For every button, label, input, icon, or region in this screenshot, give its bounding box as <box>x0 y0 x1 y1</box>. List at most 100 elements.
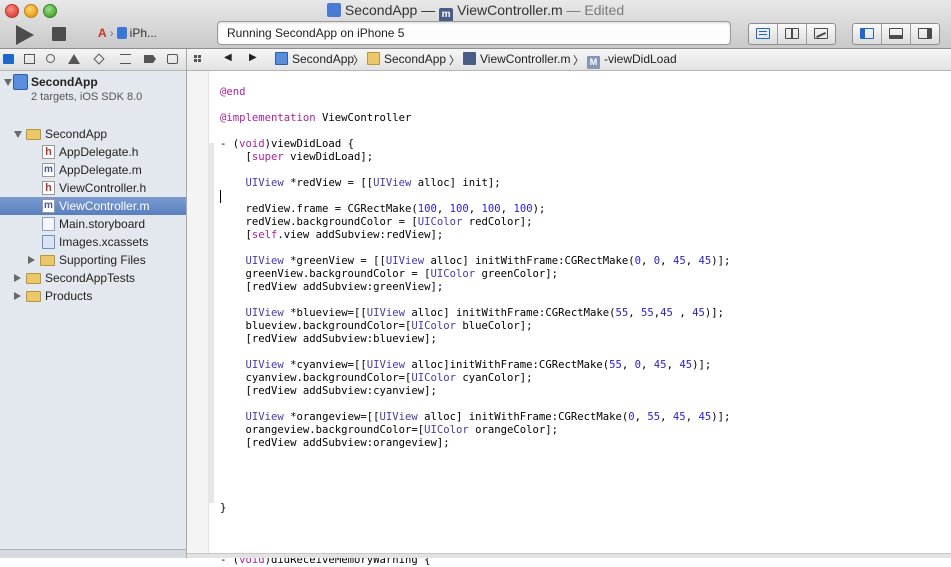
jumpbar-crumb-method[interactable]: M -viewDidLoad <box>587 52 677 69</box>
tree-item-label: Main.storyboard <box>59 217 146 231</box>
tree-item-products[interactable]: Products <box>0 287 186 305</box>
tree-item-secondapptests[interactable]: SecondAppTests <box>0 269 186 287</box>
tree-item-appdelegate-m[interactable]: m AppDelegate.m <box>0 161 186 179</box>
code-line[interactable]: [redView addSubview:blueview]; <box>220 333 437 346</box>
tree-item-label: Supporting Files <box>59 253 146 267</box>
code-line[interactable]: } <box>220 502 226 515</box>
code-line[interactable]: @end <box>220 86 246 99</box>
tree-item-viewcontroller-m[interactable]: m ViewController.m <box>0 197 186 215</box>
code-line[interactable]: greenView.backgroundColor = [UIColor gre… <box>220 268 559 281</box>
project-icon <box>275 52 288 65</box>
warning-icon[interactable] <box>68 54 80 64</box>
code-line[interactable]: [redView addSubview:greenView]; <box>220 281 444 294</box>
stop-button[interactable] <box>52 27 66 41</box>
method-icon: M <box>587 56 600 69</box>
disclosure-open-icon[interactable] <box>14 131 22 138</box>
title-file: ViewController.m <box>457 2 563 18</box>
toggle-debug-area-button[interactable] <box>882 24 911 44</box>
jump-bar: ◀ ▶ SecondApp 〉 SecondApp 〉 ViewControll… <box>187 49 951 71</box>
disclosure-closed-icon[interactable] <box>14 274 21 282</box>
activity-viewer: Running SecondApp on iPhone 5 <box>217 21 731 45</box>
tree-item-appdelegate-h[interactable]: h AppDelegate.h <box>0 143 186 161</box>
version-editor-button[interactable] <box>807 24 835 44</box>
title-separator: — <box>421 2 436 18</box>
code-line[interactable]: orangeview.backgroundColor=[UIColor oran… <box>220 424 559 437</box>
tree-item-label: SecondApp <box>45 127 108 141</box>
breakpoint-icon[interactable] <box>144 55 156 63</box>
title-edited-status: — Edited <box>566 2 625 18</box>
assistant-editor-button[interactable] <box>778 24 807 44</box>
code-line[interactable]: [redView addSubview:orangeview]; <box>220 437 450 450</box>
activity-status-text: Running SecondApp on iPhone 5 <box>227 26 405 40</box>
code-line[interactable]: [super viewDidLoad]; <box>220 151 374 164</box>
storyboard-icon <box>42 217 55 231</box>
symbol-navigator-icon[interactable] <box>24 54 35 64</box>
forward-arrow-icon[interactable]: ▶ <box>249 52 257 63</box>
asset-catalog-icon <box>42 235 55 249</box>
disclosure-closed-icon[interactable] <box>14 292 21 300</box>
code-line[interactable]: UIView *redView = [[UIView alloc] init]; <box>220 177 501 190</box>
tree-item-label: ViewController.h <box>59 181 147 195</box>
tree-item-main-storyboard[interactable]: Main.storyboard <box>0 215 186 233</box>
toggle-navigator-button[interactable] <box>853 24 882 44</box>
code-line[interactable]: @implementation ViewController <box>220 112 411 125</box>
code-line[interactable]: - (void)viewDidLoad { <box>220 138 354 151</box>
log-navigator-icon[interactable] <box>167 54 178 64</box>
code-line[interactable]: UIView *blueview=[[UIView alloc] initWit… <box>220 307 724 320</box>
disclosure-open-icon[interactable] <box>4 79 12 86</box>
related-items-icon[interactable] <box>194 54 204 64</box>
scheme-selector[interactable]: A › iPh... <box>98 26 157 40</box>
folder-icon[interactable] <box>3 54 14 64</box>
title-project: SecondApp <box>344 2 418 18</box>
header-file-icon: h <box>42 181 55 195</box>
folder-icon <box>26 129 41 140</box>
jumpbar-crumb-folder[interactable]: SecondApp <box>367 52 446 66</box>
version-editor-icon <box>814 28 828 39</box>
standard-editor-button[interactable] <box>749 24 778 44</box>
code-line[interactable]: [redView addSubview:cyanview]; <box>220 385 437 398</box>
search-icon[interactable] <box>46 54 55 63</box>
implementation-file-icon <box>463 52 476 65</box>
folder-icon <box>26 291 41 302</box>
disclosure-closed-icon[interactable] <box>28 256 35 264</box>
jumpbar-crumb-project[interactable]: SecondApp <box>275 52 354 66</box>
code-line[interactable]: blueview.backgroundColor=[UIColor blueCo… <box>220 320 533 333</box>
code-line[interactable]: UIView *greenView = [[UIView alloc] init… <box>220 255 731 268</box>
code-line[interactable]: UIView *orangeview=[[UIView alloc] initW… <box>220 411 731 424</box>
line-gutter[interactable] <box>187 71 209 558</box>
debug-panel-icon <box>889 28 903 39</box>
code-line[interactable]: [self.view addSubview:redView]; <box>220 229 444 242</box>
tree-project-row[interactable]: SecondApp 2 targets, iOS SDK 8.0 <box>0 73 186 103</box>
project-navigator: SecondApp 2 targets, iOS SDK 8.0 SecondA… <box>0 49 187 558</box>
jumpbar-crumb-file[interactable]: ViewController.m <box>463 52 570 66</box>
app-scheme-icon: A <box>98 26 107 40</box>
project-icon <box>13 74 28 90</box>
tree-item-viewcontroller-h[interactable]: h ViewController.h <box>0 179 186 197</box>
folder-icon <box>40 255 55 266</box>
navigator-panel-icon <box>860 28 874 39</box>
tree-item-secondapp-folder[interactable]: SecondApp <box>0 125 186 143</box>
assistant-editor-icon <box>785 28 799 39</box>
code-line[interactable]: UIView *cyanview=[[UIView alloc]initWith… <box>220 359 712 372</box>
crumb-label: SecondApp <box>384 52 447 66</box>
test-navigator-icon[interactable] <box>93 53 105 65</box>
toggle-utilities-button[interactable] <box>911 24 939 44</box>
implementation-file-icon: m <box>42 199 55 213</box>
crumb-label: ViewController.m <box>480 52 571 66</box>
standard-editor-icon <box>756 28 770 39</box>
text-cursor <box>220 190 221 203</box>
view-toggle-control <box>852 23 940 45</box>
source-editor[interactable]: @end @implementation ViewController - (voi… <box>187 71 951 566</box>
utilities-panel-icon <box>918 28 932 39</box>
debug-navigator-icon[interactable] <box>120 54 131 64</box>
tree-item-supporting-files[interactable]: Supporting Files <box>0 251 186 269</box>
run-button[interactable] <box>16 25 34 45</box>
device-icon <box>116 27 127 39</box>
code-folding-ribbon[interactable] <box>208 143 214 503</box>
tree-item-images-xcassets[interactable]: Images.xcassets <box>0 233 186 251</box>
code-line[interactable]: cyanview.backgroundColor=[UIColor cyanCo… <box>220 372 533 385</box>
code-line[interactable]: redView.frame = CGRectMake(100, 100, 100… <box>220 203 546 216</box>
code-line[interactable]: redView.backgroundColor = [UIColor redCo… <box>220 216 533 229</box>
navigator-filter-bar <box>0 549 186 558</box>
back-arrow-icon[interactable]: ◀ <box>224 52 232 63</box>
